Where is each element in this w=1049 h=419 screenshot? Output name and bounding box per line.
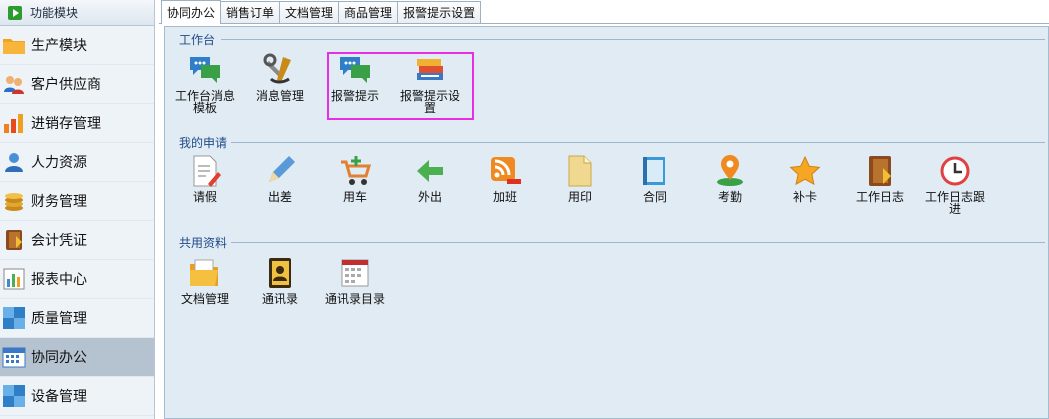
map-pin-icon [713,154,747,188]
sidebar-item-hr[interactable]: 人力资源 [0,143,154,182]
sidebar-item-label: 客户供应商 [31,77,101,93]
tab-alarm-settings[interactable]: 报警提示设置 [397,1,482,23]
coins-icon [2,189,26,213]
sidebar-item-accounting[interactable]: 会计凭证 [0,221,154,260]
sidebar-item-label: 质量管理 [31,311,87,327]
bar-chart-icon [2,111,26,135]
divider [231,142,1045,143]
tile-label: 合同 [642,190,667,204]
tile-label: 通讯录 [261,292,298,306]
tile-label: 外出 [417,190,442,204]
divider [221,39,1045,40]
contacts-book-icon [263,256,297,290]
sidebar-item-label: 进销存管理 [31,116,101,132]
tile-leave[interactable]: 请假 [167,154,243,203]
cart-icon [338,154,372,188]
sidebar-item-label: 财务管理 [31,194,87,210]
tile-address-book-directory[interactable]: 通讯录目录 [317,256,393,305]
group-title-shared: 共用资料 [179,236,228,250]
sidebar-item-finance[interactable]: 财务管理 [0,182,154,221]
chat-bubbles-icon [188,53,222,87]
arrow-left-icon [413,154,447,188]
report-icon [2,267,26,291]
tile-label: 工作日志跟进 [924,190,985,216]
tile-attendance[interactable]: 考勤 [692,154,768,203]
tile-work-log[interactable]: 工作日志 [842,154,918,203]
tile-label: 用车 [342,190,367,204]
tile-label: 消息管理 [255,89,304,103]
tile-contract[interactable]: 合同 [617,154,693,203]
group-title-applications: 我的申请 [179,136,228,150]
sidebar-item-inventory[interactable]: 进销存管理 [0,104,154,143]
tile-label: 工作台消息模板 [174,89,235,115]
sidebar-item-label: 报表中心 [31,272,87,288]
tile-label: 考勤 [717,190,742,204]
play-icon [8,5,22,20]
sidebar-item-quality[interactable]: 质量管理 [0,299,154,338]
group-title-workbench: 工作台 [179,33,216,47]
sidebar: 功能模块 生产模块 客户供应商 进销存管理 人力资源 财务管理 会计凭证 报表中… [0,0,155,419]
clock-icon [938,154,972,188]
document-pen-icon [188,154,222,188]
tab-documents[interactable]: 文档管理 [279,1,340,23]
tile-message-management[interactable]: 消息管理 [242,53,318,102]
tab-products[interactable]: 商品管理 [338,1,399,23]
highlight-box [327,52,474,120]
sidebar-item-production[interactable]: 生产模块 [0,26,154,65]
tab-bar: 协同办公 销售订单 文档管理 商品管理 报警提示设置 [159,0,1049,24]
calendar-icon [2,345,26,369]
tile-label: 补卡 [792,190,817,204]
main-area: 协同办公 销售订单 文档管理 商品管理 报警提示设置 工作台 工作台消息模板 消… [159,0,1049,419]
tile-label: 出差 [267,190,292,204]
tile-card-supplement[interactable]: 补卡 [767,154,843,203]
rss-icon [488,154,522,188]
sidebar-header: 功能模块 [0,0,154,26]
tile-work-log-follow[interactable]: 工作日志跟进 [917,154,993,215]
tile-seal[interactable]: 用印 [542,154,618,203]
tile-label: 加班 [492,190,517,204]
binder-icon [638,154,672,188]
tile-label: 用印 [567,190,592,204]
tools-icon [263,53,297,87]
sidebar-item-label: 人力资源 [31,155,87,171]
tile-document-management[interactable]: 文档管理 [167,256,243,305]
tile-label: 通讯录目录 [324,292,385,306]
sidebar-item-label: 会计凭证 [31,233,87,249]
ledger-icon [2,228,26,252]
device-icon [2,384,26,408]
sidebar-item-reports[interactable]: 报表中心 [0,260,154,299]
tab-sales-orders[interactable]: 销售订单 [220,1,281,23]
sidebar-item-customers[interactable]: 客户供应商 [0,65,154,104]
tile-workbench-template[interactable]: 工作台消息模板 [167,53,243,114]
tile-go-out[interactable]: 外出 [392,154,468,203]
tile-overtime[interactable]: 加班 [467,154,543,203]
sidebar-item-equipment[interactable]: 设备管理 [0,377,154,416]
person-icon [2,150,26,174]
calendar-grid-icon [338,256,372,290]
quality-icon [2,306,26,330]
journal-icon [863,154,897,188]
tile-label: 文档管理 [180,292,229,306]
file-icon [563,154,597,188]
sidebar-item-label: 设备管理 [31,389,87,405]
tile-label: 工作日志 [855,190,904,204]
tab-collaboration[interactable]: 协同办公 [161,0,222,24]
content-panel: 工作台 工作台消息模板 消息管理 报警提示 报警提示设置 我的申请 请假 出差 [164,26,1049,419]
open-folder-icon [188,256,222,290]
sidebar-item-label: 协同办公 [31,350,87,366]
sidebar-header-title: 功能模块 [30,6,79,20]
tile-business-trip[interactable]: 出差 [242,154,318,203]
tile-label: 请假 [192,190,217,204]
sidebar-item-collaboration[interactable]: 协同办公 [0,338,154,377]
tile-vehicle[interactable]: 用车 [317,154,393,203]
folder-icon [2,33,26,57]
users-icon [2,72,26,96]
pencil-icon [263,154,297,188]
tile-address-book[interactable]: 通讯录 [242,256,318,305]
sidebar-item-label: 生产模块 [31,38,87,54]
divider [231,242,1045,243]
star-icon [788,154,822,188]
